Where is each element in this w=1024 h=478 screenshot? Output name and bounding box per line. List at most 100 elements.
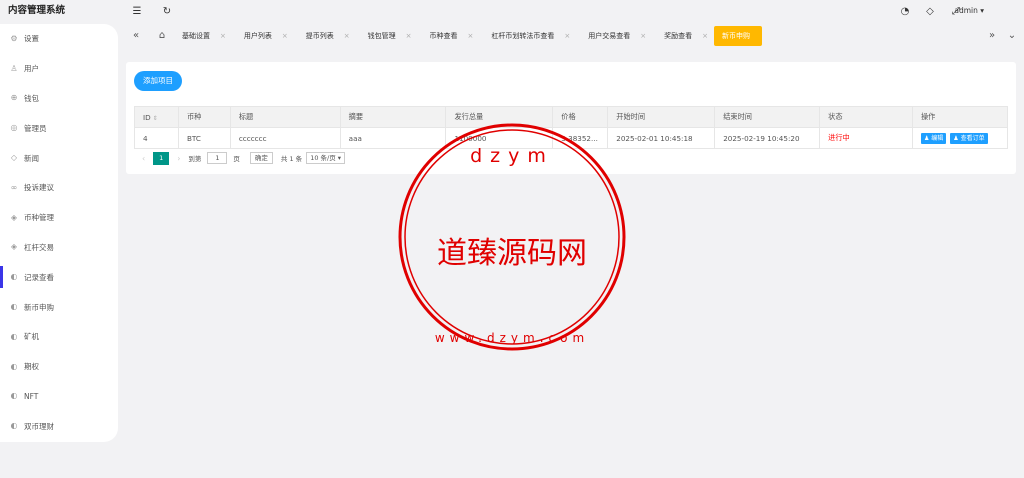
record-icon: ◐	[10, 302, 18, 312]
close-icon[interactable]: ×	[468, 32, 474, 40]
sidebar-item-news[interactable]: ◇ 新闻	[0, 143, 118, 173]
chevron-down-icon: ▾	[980, 6, 984, 15]
user-icon: ♙	[10, 63, 18, 73]
prev-page-icon[interactable]: ‹	[142, 154, 145, 163]
close-icon[interactable]: ×	[282, 32, 288, 40]
sidebar-item-options[interactable]: ◐ 期权	[0, 352, 118, 382]
view-orders-button[interactable]: ♟ 查看订单	[950, 132, 988, 144]
tab-withdraw-list[interactable]: 提币列表 ×	[294, 26, 356, 46]
cell-id: 4	[134, 127, 179, 149]
menu-collapse-icon[interactable]: ☰	[130, 5, 144, 19]
sidebar-item-nft[interactable]: ◐ NFT	[0, 382, 118, 412]
diamond-icon: ◈	[10, 242, 18, 252]
cell-start: 2025-02-01 10:45:18	[607, 127, 716, 149]
tabs-scroll-left-icon[interactable]: «	[128, 28, 144, 44]
record-icon: ◐	[10, 331, 18, 341]
username: admin	[954, 6, 978, 15]
tag-icon[interactable]: ◇	[923, 5, 937, 19]
page-input[interactable]: 1	[207, 152, 228, 164]
cell-status: 进行中	[819, 127, 913, 149]
sidebar-item-label: 新币申购	[24, 302, 54, 312]
confirm-button[interactable]: 确定	[249, 152, 273, 164]
stamp-bottom-text: www.dzym.com	[435, 331, 589, 345]
sidebar-item-settings[interactable]: ⚙ 设置	[0, 24, 118, 54]
sidebar-item-label: 杠杆交易	[24, 242, 54, 252]
tab-label: 基础设置	[182, 32, 210, 40]
theme-icon[interactable]: ◔	[898, 5, 912, 19]
header-label: ID	[143, 112, 151, 122]
tab-basic-settings[interactable]: 基础设置 ×	[170, 26, 232, 46]
close-icon[interactable]: ×	[702, 32, 708, 40]
edit-button[interactable]: ♟ 编辑	[920, 132, 947, 144]
close-icon[interactable]: ×	[344, 32, 350, 40]
close-icon[interactable]: ×	[406, 32, 412, 40]
col-actions: 操作	[911, 106, 1009, 128]
pagination: ‹ 1 › 到第 1 页 确定 共 1 条 10 条/页 ▾	[134, 150, 346, 166]
col-total: 发行总量	[445, 106, 554, 128]
top-header: ☰ ↻ ◔ ◇ ⤢ admin ▾	[118, 0, 1024, 24]
sidebar-item-complaints[interactable]: ∞ 投诉建议	[0, 173, 118, 203]
tab-rewards[interactable]: 奖励查看 ×	[652, 26, 714, 46]
sidebar: 内容管理系统 ⚙ 设置 ♙ 用户 ⊕ 钱包 ◎ 管理员 ◇ 新闻 ∞ 投诉建议 ◈ 币种管理 …	[0, 0, 118, 478]
page-size-select[interactable]: 10 条/页 ▾	[306, 152, 346, 164]
cell-coin: BTC	[177, 127, 231, 149]
sidebar-item-miner[interactable]: ◐ 矿机	[0, 322, 118, 352]
tab-label: 用户列表	[243, 32, 272, 40]
shield-icon: ◎	[10, 123, 18, 133]
tab-new-coin[interactable]: 新币申购	[714, 26, 762, 46]
close-icon[interactable]: ×	[564, 32, 570, 40]
next-page-icon[interactable]: ›	[177, 154, 180, 163]
sidebar-item-new-coin[interactable]: ◐ 新币申购	[0, 292, 118, 322]
close-icon[interactable]: ×	[220, 32, 226, 40]
add-item-button[interactable]: 添加项目	[134, 71, 182, 91]
sidebar-item-leverage[interactable]: ◈ 杠杆交易	[0, 233, 118, 263]
sidebar-item-dual-coin[interactable]: ◐ 双币理财	[0, 411, 118, 441]
sidebar-item-wallet[interactable]: ⊕ 钱包	[0, 84, 118, 114]
view-orders-label: 查看订单	[960, 134, 985, 142]
cell-actions: ♟ 编辑 ♟ 查看订单	[911, 127, 1009, 149]
sidebar-item-records[interactable]: ◐ 记录查看	[0, 262, 118, 292]
tabs-scroll-right-icon[interactable]: »	[984, 28, 1000, 44]
user-icon: ♟	[923, 134, 930, 142]
sidebar-item-label: 期权	[24, 362, 39, 372]
refresh-icon[interactable]: ↻	[160, 5, 174, 19]
goto-label: 到第	[188, 155, 202, 163]
sort-icon[interactable]: ⇕	[153, 115, 158, 122]
wallet-icon: ⊕	[10, 93, 18, 103]
user-menu[interactable]: admin ▾	[954, 6, 984, 15]
tab-user-list[interactable]: 用户列表 ×	[232, 26, 294, 46]
tab-label: 币种查看	[429, 32, 458, 40]
total-count: 共 1 条	[280, 155, 303, 163]
cell-total: 1100000	[445, 127, 554, 149]
tab-label: 钱包管理	[367, 32, 396, 40]
sidebar-item-label: 投诉建议	[24, 183, 54, 193]
sidebar-item-coins[interactable]: ◈ 币种管理	[0, 203, 118, 233]
col-id[interactable]: ID ⇕	[134, 106, 179, 128]
user-icon: ♟	[953, 134, 959, 142]
sidebar-item-label: 记录查看	[24, 272, 54, 282]
data-table: ID ⇕ 币种 标题 摘要 发行总量 价格 开始时间 结束时间 状态 操作 4 B…	[134, 106, 1009, 149]
sidebar-item-admin[interactable]: ◎ 管理员	[0, 113, 118, 143]
table-header-row: ID ⇕ 币种 标题 摘要 发行总量 价格 开始时间 结束时间 状态 操作	[134, 106, 1009, 128]
tab-label: 提币列表	[305, 32, 334, 40]
sidebar-item-label: 矿机	[24, 332, 39, 342]
tab-coin-view[interactable]: 币种查看 ×	[418, 26, 480, 46]
chevron-down-icon[interactable]: ⌄	[1004, 28, 1020, 44]
col-price: 价格	[552, 106, 609, 128]
col-coin: 币种	[177, 106, 231, 128]
col-summary: 摘要	[339, 106, 447, 128]
content-card: 添加项目 ID ⇕ 币种 标题 摘要 发行总量 价格 开始时间 结束时间 状态 操…	[126, 62, 1016, 174]
sidebar-item-users[interactable]: ♙ 用户	[0, 54, 118, 84]
app-title: 内容管理系统	[8, 5, 66, 16]
current-page[interactable]: 1	[153, 151, 170, 165]
tab-leverage-transfer[interactable]: 杠杆币划转法币查看 ×	[479, 26, 576, 46]
page-size-value: 10 条/页	[310, 154, 336, 162]
tab-label: 杠杆币划转法币查看	[491, 32, 555, 40]
sidebar-item-label: 双币理财	[24, 421, 54, 431]
close-icon[interactable]: ×	[640, 32, 646, 40]
home-icon[interactable]: ⌂	[154, 28, 170, 44]
stamp-center-text: 道臻源码网	[437, 236, 587, 271]
tab-wallet[interactable]: 钱包管理 ×	[356, 26, 418, 46]
tab-user-trades[interactable]: 用户交易查看 ×	[576, 26, 652, 46]
sidebar-item-label: NFT	[24, 391, 39, 401]
